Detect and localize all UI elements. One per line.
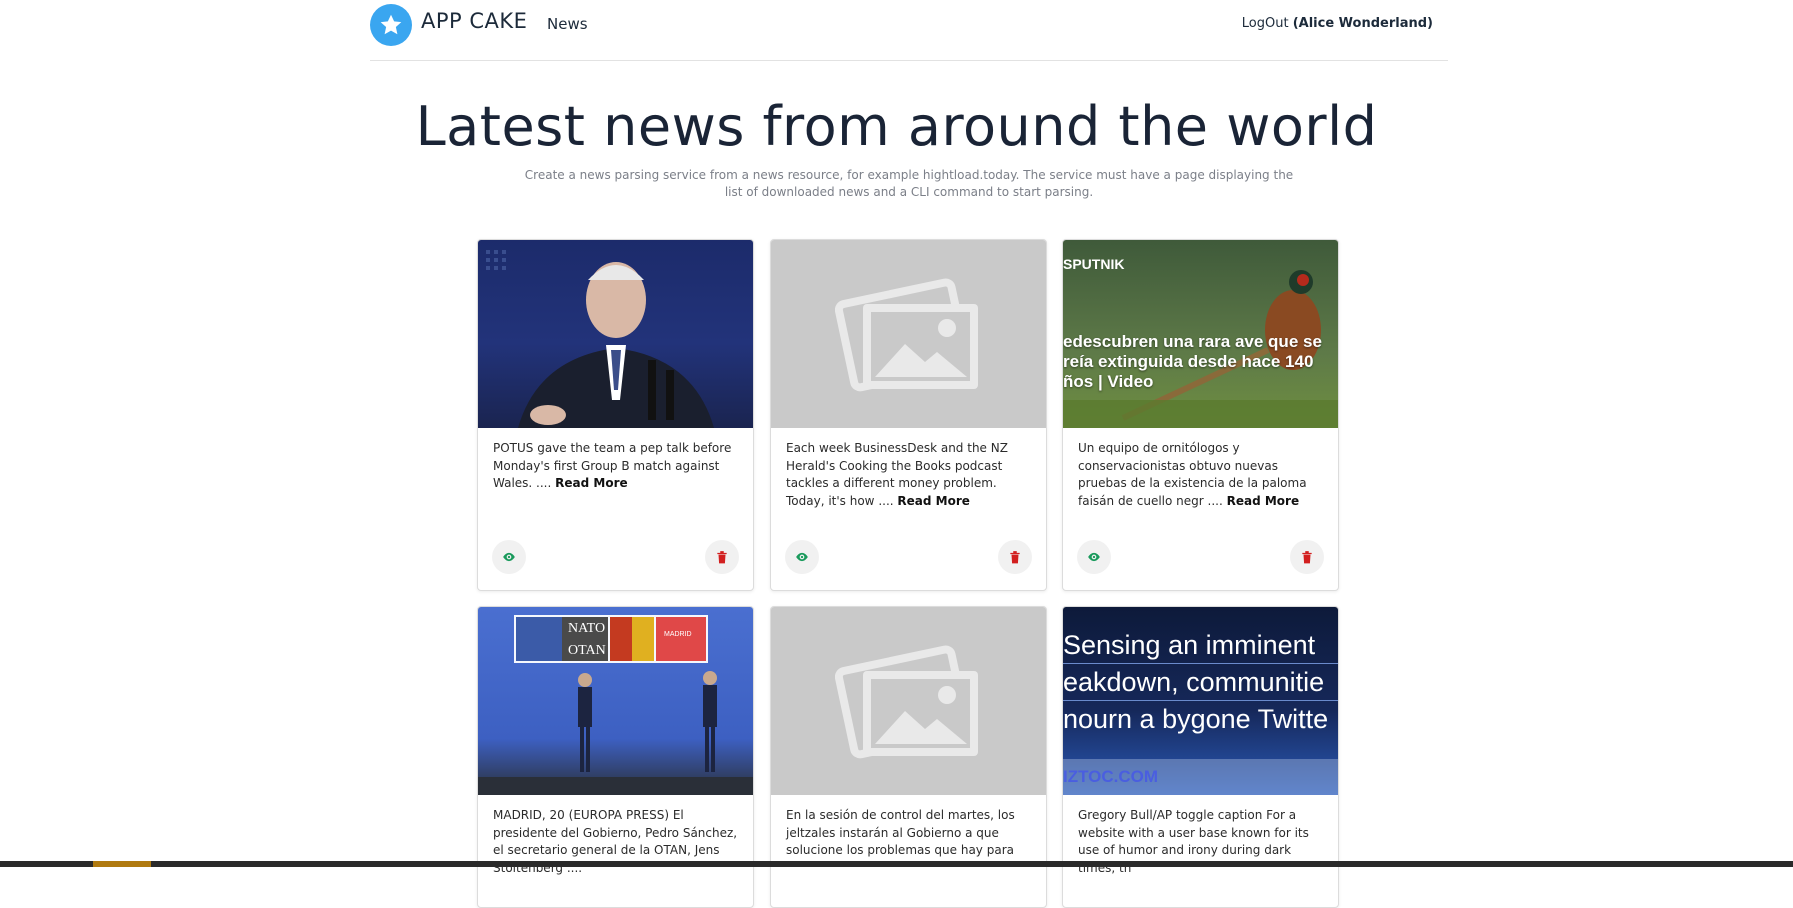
nav-news-link[interactable]: News	[547, 15, 588, 33]
user-name: (Alice Wonderland)	[1292, 16, 1433, 31]
brand-link[interactable]: APP CAKE	[421, 9, 527, 33]
sputnik-logo: SPUTNIK	[1063, 256, 1125, 272]
star-logo-icon[interactable]	[370, 4, 412, 46]
view-button[interactable]	[492, 540, 526, 574]
logout-link[interactable]: LogOut	[1242, 16, 1289, 31]
trash-icon	[1010, 551, 1020, 564]
taskbar-accent	[93, 861, 151, 867]
page-title: Latest news from around the world	[415, 95, 1378, 158]
source-label: IZTOC.COM	[1063, 767, 1159, 786]
read-more-link[interactable]: Read More	[1227, 494, 1300, 508]
madrid-label: MADRID	[664, 631, 692, 638]
page-subtitle: Create a news parsing service from a new…	[524, 168, 1294, 199]
delete-button[interactable]	[705, 540, 739, 574]
image-placeholder[interactable]	[771, 607, 1046, 795]
view-button[interactable]	[785, 540, 819, 574]
news-card: POTUS gave the team a pep talk before Mo…	[477, 239, 754, 591]
read-more-link[interactable]: Read More	[897, 494, 970, 508]
eye-icon	[796, 552, 808, 562]
image-headline-line-1: Sensing an imminent	[1063, 630, 1316, 660]
view-button[interactable]	[1077, 540, 1111, 574]
news-image[interactable]: SPUTNIK edescubren una rara ave que se r…	[1063, 240, 1338, 428]
otan-label: OTAN	[568, 643, 606, 658]
news-excerpt: Un equipo de ornitólogos y conservacioni…	[1078, 440, 1326, 510]
image-headline: edescubren una rara ave que se reía exti…	[1063, 332, 1322, 391]
user-box: LogOut (Alice Wonderland)	[1242, 16, 1433, 31]
news-card: Each week BusinessDesk and the NZ Herald…	[770, 239, 1047, 591]
image-headline-line-2: eakdown, communitie	[1063, 663, 1338, 701]
news-excerpt: Each week BusinessDesk and the NZ Herald…	[786, 440, 1034, 510]
image-placeholder-icon	[834, 645, 978, 759]
news-excerpt: En la sesión de control del martes, los …	[786, 807, 1034, 860]
read-more-link[interactable]: Read More	[555, 476, 628, 490]
news-excerpt: POTUS gave the team a pep talk before Mo…	[493, 440, 741, 493]
news-card: SPUTNIK edescubren una rara ave que se r…	[1062, 239, 1339, 591]
eye-icon	[1088, 552, 1100, 562]
news-image[interactable]: Sensing an imminent eakdown, communitie …	[1063, 607, 1338, 795]
top-navbar: APP CAKE News LogOut (Alice Wonderland)	[370, 0, 1448, 61]
eye-icon	[503, 552, 515, 562]
image-placeholder[interactable]	[771, 240, 1046, 428]
image-placeholder-icon	[834, 278, 978, 392]
news-text: En la sesión de control del martes, los …	[786, 808, 1015, 857]
trash-icon	[717, 551, 727, 564]
delete-button[interactable]	[998, 540, 1032, 574]
nato-label: NATO	[568, 621, 606, 636]
bottom-taskbar	[0, 861, 1793, 867]
news-image[interactable]: NATO OTAN MADRID	[478, 607, 753, 795]
trash-icon	[1302, 551, 1312, 564]
news-image[interactable]	[478, 240, 753, 428]
image-headline-line-3: nourn a bygone Twitte	[1063, 704, 1329, 734]
delete-button[interactable]	[1290, 540, 1324, 574]
